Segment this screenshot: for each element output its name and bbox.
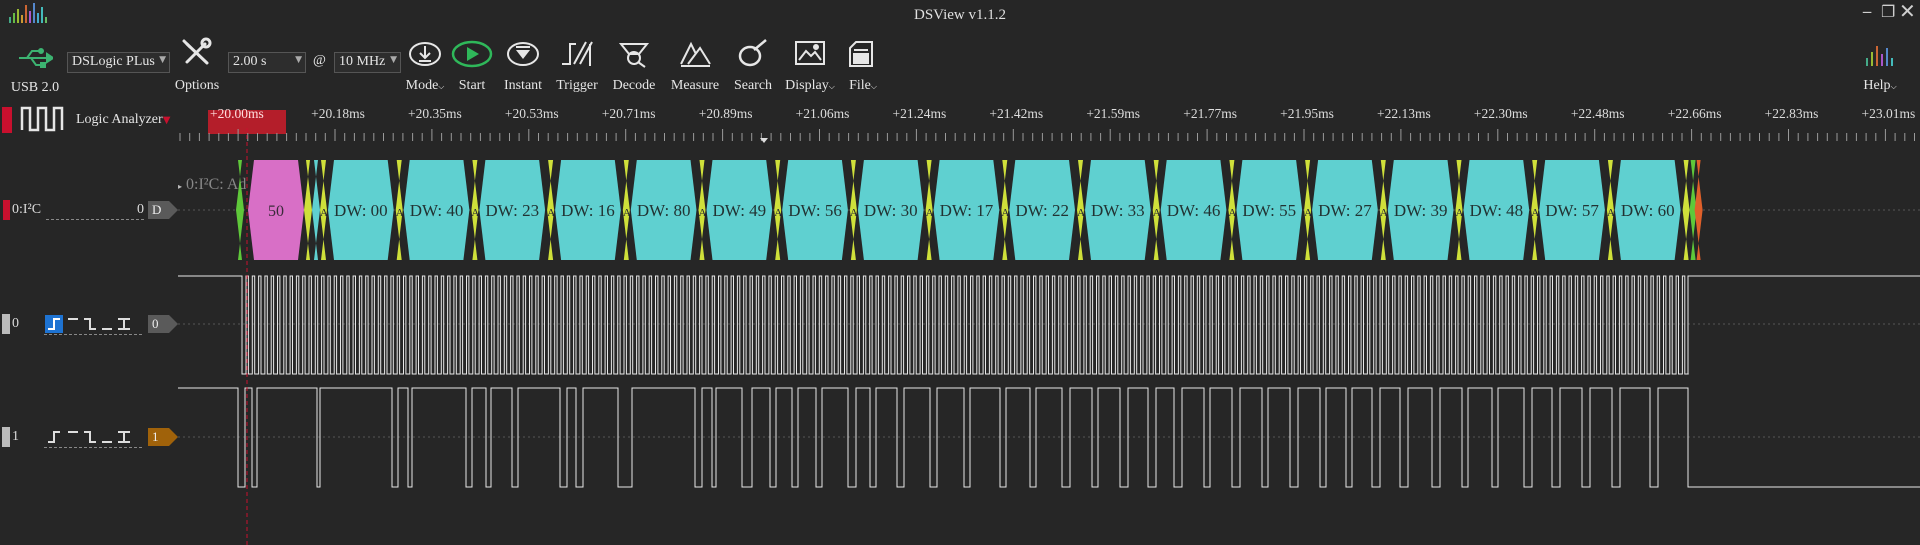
tick-label: +21.06ms [795,106,850,121]
tick-label: +22.66ms [1667,106,1722,121]
tick-label: +22.83ms [1764,106,1819,121]
decode-button[interactable]: Decode [609,36,659,94]
chevron-down-icon: ⌵ [1890,82,1897,91]
tick-label: +20.71ms [601,106,656,121]
trigger-button[interactable]: Trigger [552,36,602,94]
start-button[interactable]: Start [450,36,494,94]
tick-label: +20.18ms [311,106,365,121]
search-button[interactable]: Search [728,36,778,94]
tick-label: +20.89ms [698,106,753,121]
trigger-icon [552,36,602,68]
measure-button[interactable]: Measure [668,36,722,94]
file-button[interactable]: File⌵ [840,36,886,94]
instant-capture-icon [498,36,548,68]
help-logo-icon [1854,36,1906,68]
display-button[interactable]: Display⌵ [784,36,836,94]
decode-icon [609,36,659,68]
close-icon[interactable]: ✕ [1899,0,1916,23]
chevron-down-icon: ⌵ [438,82,445,91]
title-bar: DSView v1.1.2 ‒ ❐ ✕ [0,0,1920,34]
chevron-down-icon: ▼ [159,55,166,65]
tick-label: +21.95ms [1280,106,1334,121]
search-icon [728,36,778,68]
tick-label: +21.24ms [892,106,947,121]
options-button[interactable]: Options [172,36,222,94]
instant-button[interactable]: Instant [498,36,548,94]
help-button[interactable]: Help⌵ [1854,36,1906,94]
minimize-icon[interactable]: ‒ [1862,2,1872,21]
tick-label: +22.48ms [1570,106,1625,121]
measure-icon [668,36,722,68]
usb-icon [6,36,64,68]
tick-label: +21.42ms [989,106,1044,121]
tick-label: +20.35ms [408,106,462,121]
options-tools-icon [172,36,222,68]
mode-button[interactable]: Mode⌵ [402,36,448,94]
restore-icon[interactable]: ❐ [1881,2,1895,21]
window-title: DSView v1.1.2 [913,7,1006,23]
chevron-down-icon: ▼ [390,55,397,65]
at-symbol: @ [313,53,326,68]
sample-rate-select[interactable]: 10 MHz ▼ [334,52,401,73]
duration-select[interactable]: 2.00 s ▼ [228,52,306,73]
device-select[interactable]: DSLogic PLus ▼ [67,52,170,73]
trigger-cursor[interactable] [0,128,1920,545]
tick-label: +22.13ms [1377,106,1431,121]
chevron-down-icon: ⌵ [828,82,835,91]
chevron-down-icon: ⌵ [870,82,877,91]
tick-label: +20.53ms [504,106,559,121]
display-icon [784,36,836,68]
download-circle-icon [402,36,448,68]
tick-label: +21.77ms [1183,106,1237,121]
tick-label: +21.59ms [1086,106,1141,121]
tick-label: +23.01ms [1861,106,1916,121]
chevron-down-icon: ▼ [295,55,302,65]
device-usb-button[interactable]: USB 2.0 [6,36,64,96]
play-icon [450,36,494,68]
file-icon [840,36,886,68]
cursor-time-label: +20.00ms [210,106,264,121]
tick-label: +22.30ms [1473,106,1528,121]
